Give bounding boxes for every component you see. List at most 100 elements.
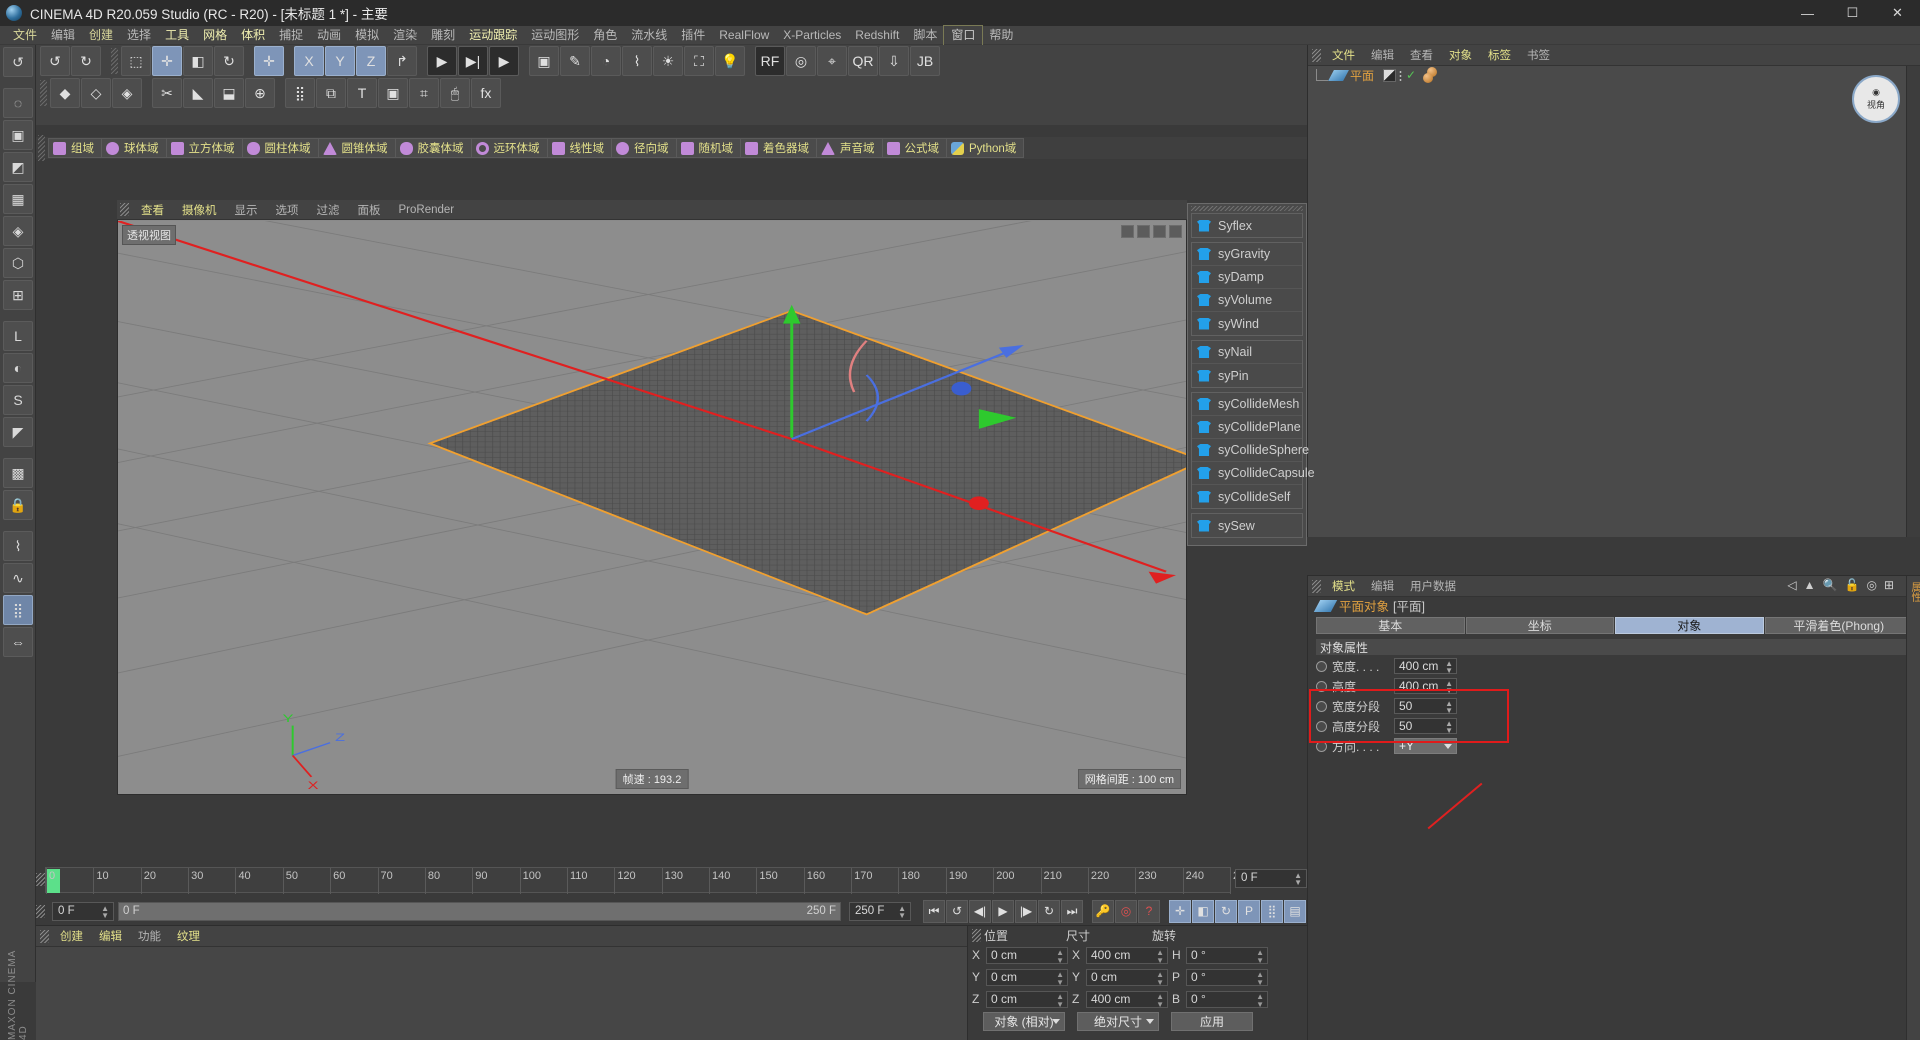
spinner-icon[interactable]: ▲▼ [1156,971,1164,987]
coord-size-dropdown[interactable]: 绝对尺寸 [1077,1012,1159,1031]
lock-icon[interactable]: 🔓 [1845,578,1860,592]
coordinates-grip[interactable] [972,929,981,942]
array-tool[interactable]: ⣿ [285,78,315,108]
live-selection-button[interactable]: ⬚ [121,46,151,76]
syflex-menu-item[interactable]: syCollideSphere [1192,439,1302,462]
grid-icon[interactable]: ▩ [3,458,33,488]
menu-item-4[interactable]: 工具 [158,26,196,45]
motion-tracker-button[interactable]: ⌖ [817,46,847,76]
viewport-menu-grip[interactable] [120,203,129,216]
attributes-tab-1[interactable]: 坐标 [1466,617,1615,634]
viewport-maximize-icon[interactable] [1169,225,1182,238]
menu-item-0[interactable]: 文件 [6,26,44,45]
viewport-menu-6[interactable]: ProRender [390,204,464,216]
spinner-icon[interactable]: ▲▼ [1256,971,1264,987]
menu-item-13[interactable]: 运动图形 [524,26,586,45]
plugin-button-radial-field-icon[interactable]: 径向域 [611,138,676,158]
property-field-1[interactable]: 400 cm▲▼ [1394,678,1457,694]
material-list-area[interactable] [36,947,967,1040]
menu-item-7[interactable]: 捕捉 [272,26,310,45]
spline-icon[interactable]: ∿ [3,563,33,593]
viewport-menu-0[interactable]: 查看 [132,202,173,218]
keyframe-selection-button[interactable]: ? [1138,900,1160,923]
step-back-button[interactable]: ◀| [969,900,991,923]
plugin-button-group-field-icon[interactable]: 组域 [48,138,101,158]
object-manager-grip[interactable] [1312,49,1321,62]
menu-item-18[interactable]: X-Particles [776,26,848,45]
syflex-menu-grip[interactable] [1191,206,1303,211]
mesh-tool-3[interactable]: ◈ [112,78,142,108]
menu-item-3[interactable]: 选择 [120,26,158,45]
attributes-tab-3[interactable]: 平滑着色(Phong) [1765,617,1914,634]
play-button[interactable]: ▶ [992,900,1014,923]
lock-icon[interactable]: 🔒 [3,490,33,520]
plugin-jb-button[interactable]: JB [910,46,940,76]
timeline-current-frame-field[interactable]: 0 F ▲▼ [1235,869,1307,888]
material-tag-icon[interactable] [1423,68,1443,83]
lock-y-button[interactable]: Y [325,46,355,76]
timeline-grip[interactable] [36,873,45,886]
animation-track-icon[interactable] [1316,661,1327,672]
current-frame-input[interactable]: 0 F ▲▼ [52,902,114,921]
bend-deformer-button[interactable]: ⌇ [622,46,652,76]
go-to-start-button[interactable]: ⏮ [923,900,945,923]
lock-z-button[interactable]: Z [356,46,386,76]
formula-tool[interactable]: fx [471,78,501,108]
object-manager-menu-5[interactable]: 书签 [1519,47,1558,63]
world-coord-button[interactable]: ↱ [387,46,417,76]
viewport-menu-1[interactable]: 摄像机 [173,202,226,218]
object-manager-menu-2[interactable]: 查看 [1402,47,1441,63]
material-manager-grip[interactable] [40,930,49,943]
coord-input-0-0[interactable]: 0 cm▲▼ [986,947,1068,964]
attributes-menu-grip[interactable] [1312,580,1321,593]
undo-icon[interactable]: ↺ [3,47,33,77]
syflex-menu-item[interactable]: syWind [1192,312,1302,335]
workplane-icon[interactable]: ◤ [3,417,33,447]
position-key-button[interactable]: ✛ [1169,900,1191,923]
history-back-icon[interactable]: ◁ [1787,578,1796,592]
navigation-gizmo[interactable]: ◉ 视角 [1852,75,1900,123]
move-tool-button[interactable]: ✛ [152,46,182,76]
syflex-menu-item[interactable]: Syflex [1192,214,1302,237]
realflow-button[interactable]: RF [755,46,785,76]
plugin-button-sphere-field-icon[interactable]: 球体域 [101,138,166,158]
viewport-pan-icon[interactable] [1121,225,1134,238]
add-panel-icon[interactable]: ⊞ [1884,578,1894,592]
attributes-menu-0[interactable]: 模式 [1324,578,1363,594]
table-row[interactable]: 平面 ✓ [1308,66,1906,84]
syflex-menu-item[interactable]: syGravity [1192,243,1302,266]
parameter-key-button[interactable]: P [1238,900,1260,923]
bevel-tool[interactable]: ◣ [183,78,213,108]
menu-item-17[interactable]: RealFlow [712,26,776,45]
timeline-toggle-button[interactable]: ▤ [1284,900,1306,923]
property-field-4[interactable]: +Y [1394,738,1457,754]
object-list[interactable]: 平面 ✓ [1308,66,1906,537]
coord-input-1-1[interactable]: 0 cm▲▼ [1086,969,1168,986]
polygon-mode-icon[interactable]: ▦ [3,184,33,214]
maximize-button[interactable]: ☐ [1830,0,1875,26]
menu-item-19[interactable]: Redshift [848,26,906,45]
spinner-icon[interactable]: ▲▼ [1056,949,1064,965]
material-manager-menu-0[interactable]: 创建 [52,928,91,944]
coord-mode-dropdown[interactable]: 对象 (相对) [983,1012,1065,1031]
syflex-menu-item[interactable]: syVolume [1192,289,1302,312]
cube-tool[interactable]: ▣ [378,78,408,108]
attributes-side-label[interactable]: 属性 [1907,576,1920,602]
syflex-menu-item[interactable]: syCollidePlane [1192,416,1302,439]
symmetry-tool[interactable]: ⧉ [316,78,346,108]
syflex-menu-item[interactable]: sySew [1192,514,1302,537]
menu-item-9[interactable]: 模拟 [348,26,386,45]
attributes-menu-1[interactable]: 编辑 [1363,578,1402,594]
plugin-button-formula-field-icon[interactable]: 公式域 [882,138,947,158]
coord-input-0-2[interactable]: 0 °▲▼ [1186,947,1268,964]
plugin-button-capsule-field-icon[interactable]: 胶囊体域 [395,138,471,158]
redo-button[interactable]: ↻ [71,46,101,76]
animation-track-icon[interactable] [1316,701,1327,712]
spinner-icon[interactable]: ▲▼ [1445,720,1453,734]
property-field-3[interactable]: 50▲▼ [1394,718,1457,734]
toolbar-grip[interactable] [111,48,118,74]
scale-key-button[interactable]: ◧ [1192,900,1214,923]
viewport-zoom-icon[interactable] [1137,225,1150,238]
animation-track-icon[interactable] [1316,681,1327,692]
plugin-button-torus-field-icon[interactable]: 远环体域 [471,138,547,158]
